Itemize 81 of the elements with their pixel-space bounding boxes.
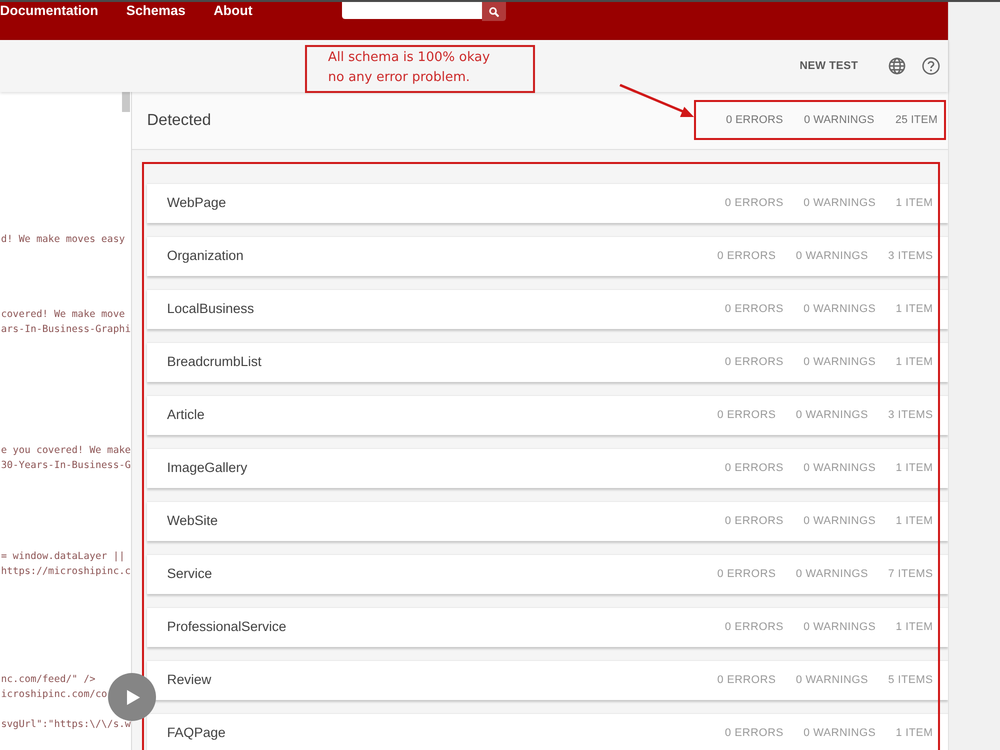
search-icon bbox=[488, 6, 499, 16]
schema-card[interactable]: ImageGallery 0 ERRORS 0 WARNINGS 1 ITEM bbox=[147, 448, 948, 488]
schema-card[interactable]: LocalBusiness 0 ERRORS 0 WARNINGS 1 ITEM bbox=[147, 289, 948, 329]
error-count: 0 ERRORS bbox=[724, 196, 784, 212]
schema-name: Organization bbox=[167, 247, 244, 266]
error-count: 0 ERRORS bbox=[724, 726, 784, 742]
error-count: 0 ERRORS bbox=[724, 620, 784, 636]
code-line: svgUrl":"https:\/\/s.w bbox=[0, 718, 131, 732]
schema-name: ProfessionalService bbox=[167, 618, 286, 636]
new-test-button[interactable]: NEW TEST bbox=[792, 52, 866, 80]
warning-count: 0 WARNINGS bbox=[803, 620, 876, 636]
warning-count: 0 WARNINGS bbox=[796, 408, 868, 424]
item-count: 5 ITEMS bbox=[888, 673, 933, 688]
schema-card[interactable]: Review 0 ERRORS 0 WARNINGS 5 ITEMS bbox=[147, 660, 948, 700]
code-line: nc.com/feed/" /> bbox=[0, 673, 96, 687]
item-count: 3 ITEMS bbox=[888, 408, 933, 424]
item-count: 3 ITEMS bbox=[888, 249, 933, 264]
annotation-callout: All schema is 100% okay no any error problem. bbox=[305, 45, 535, 93]
item-count: 1 ITEM bbox=[896, 726, 933, 742]
item-count: 1 ITEM bbox=[896, 514, 933, 530]
globe-icon[interactable] bbox=[888, 57, 906, 75]
schema-card[interactable]: Organization 0 ERRORS 0 WARNINGS 3 ITEMS bbox=[147, 236, 948, 276]
error-count: 0 ERRORS bbox=[717, 249, 776, 264]
item-count: 1 ITEM bbox=[896, 461, 933, 476]
warning-count: 0 WARNINGS bbox=[803, 726, 876, 742]
nav-link[interactable]: Documentation bbox=[0, 3, 98, 19]
scrollbar-thumb[interactable] bbox=[122, 92, 130, 112]
nav-link[interactable]: About bbox=[214, 3, 253, 19]
schema-card[interactable]: WebSite 0 ERRORS 0 WARNINGS 1 ITEM bbox=[147, 501, 948, 541]
search-field[interactable] bbox=[342, 2, 482, 19]
schema-name: ImageGallery bbox=[167, 459, 248, 478]
search-button[interactable] bbox=[482, 2, 506, 21]
schema-card[interactable]: BreadcrumbList 0 ERRORS 0 WARNINGS 1 ITEM bbox=[147, 342, 948, 382]
error-count: 0 ERRORS bbox=[717, 408, 776, 424]
error-count: 0 ERRORS bbox=[717, 673, 776, 688]
error-count: 0 ERRORS bbox=[726, 113, 784, 128]
schema-card[interactable]: Service 0 ERRORS 0 WARNINGS 7 ITEMS bbox=[147, 554, 948, 594]
results-title: Detected bbox=[147, 110, 212, 130]
schema-card[interactable]: FAQPage 0 ERRORS 0 WARNINGS 1 ITEM bbox=[147, 713, 948, 750]
warning-count: 0 WARNINGS bbox=[804, 113, 874, 128]
schema-name: FAQPage bbox=[167, 724, 226, 742]
item-count: 1 ITEM bbox=[896, 196, 933, 212]
warning-count: 0 WARNINGS bbox=[796, 673, 868, 688]
schema-name: Service bbox=[167, 565, 212, 584]
warning-count: 0 WARNINGS bbox=[803, 461, 876, 476]
error-count: 0 ERRORS bbox=[724, 302, 784, 318]
code-line: https://microshipinc.c bbox=[0, 565, 131, 579]
code-line: icroshipinc.com/co bbox=[0, 688, 108, 702]
schema-card[interactable]: Article 0 ERRORS 0 WARNINGS 3 ITEMS bbox=[147, 395, 948, 435]
schema-name: BreadcrumbList bbox=[167, 353, 262, 372]
code-line: 30-Years-In-Business-G bbox=[0, 459, 131, 473]
code-line: ars-In-Business-Graphi bbox=[0, 323, 131, 337]
nav-link[interactable]: Schemas bbox=[126, 3, 186, 19]
schema-name: WebPage bbox=[167, 194, 226, 212]
warning-count: 0 WARNINGS bbox=[803, 355, 876, 370]
schema-name: Review bbox=[167, 671, 212, 690]
error-count: 0 ERRORS bbox=[724, 514, 784, 530]
item-count: 1 ITEM bbox=[896, 620, 933, 636]
schema-card[interactable]: WebPage 0 ERRORS 0 WARNINGS 1 ITEM bbox=[147, 183, 948, 223]
schema-name: WebSite bbox=[167, 512, 218, 530]
item-count: 7 ITEMS bbox=[888, 567, 933, 582]
item-count: 1 ITEM bbox=[896, 355, 933, 370]
warning-count: 0 WARNINGS bbox=[803, 302, 876, 318]
warning-count: 0 WARNINGS bbox=[796, 567, 868, 582]
error-count: 0 ERRORS bbox=[717, 567, 776, 582]
schema-name: Article bbox=[167, 406, 205, 424]
warning-count: 0 WARNINGS bbox=[803, 196, 876, 212]
code-line: = window.dataLayer || bbox=[0, 550, 126, 564]
schema-name: LocalBusiness bbox=[167, 300, 254, 318]
play-icon bbox=[127, 690, 140, 704]
warning-count: 0 WARNINGS bbox=[803, 514, 876, 530]
warning-count: 0 WARNINGS bbox=[796, 249, 868, 264]
code-line: covered! We make move bbox=[0, 308, 126, 322]
error-count: 0 ERRORS bbox=[724, 461, 784, 476]
code-line: e you covered! We make bbox=[0, 444, 131, 458]
help-icon[interactable] bbox=[922, 57, 940, 75]
error-count: 0 ERRORS bbox=[724, 355, 784, 370]
item-count: 25 ITEM bbox=[895, 113, 938, 128]
code-line: d! We make moves easy bbox=[0, 233, 126, 247]
item-count: 1 ITEM bbox=[896, 302, 933, 318]
schema-card[interactable]: ProfessionalService 0 ERRORS 0 WARNINGS 1 ITEM bbox=[147, 607, 948, 647]
